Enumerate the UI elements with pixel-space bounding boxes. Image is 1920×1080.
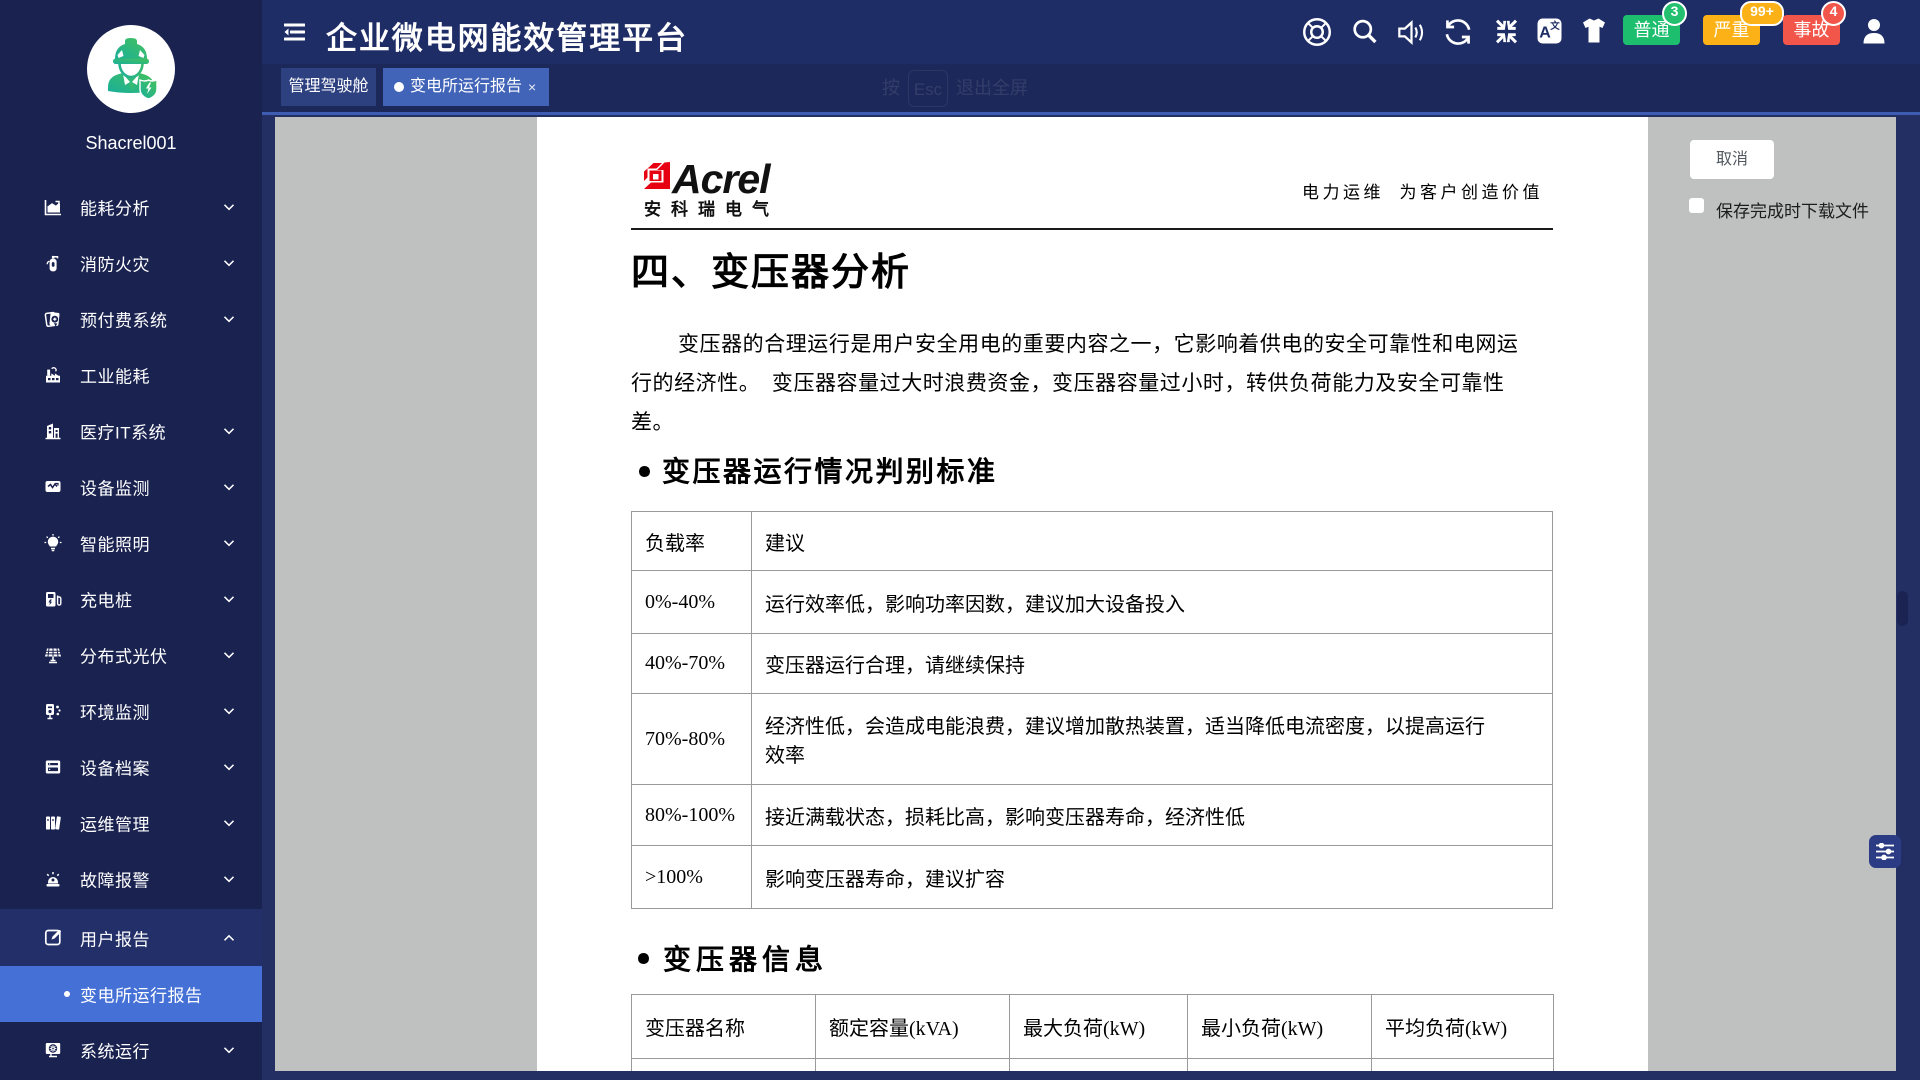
svg-text:文: 文 <box>1549 20 1560 32</box>
